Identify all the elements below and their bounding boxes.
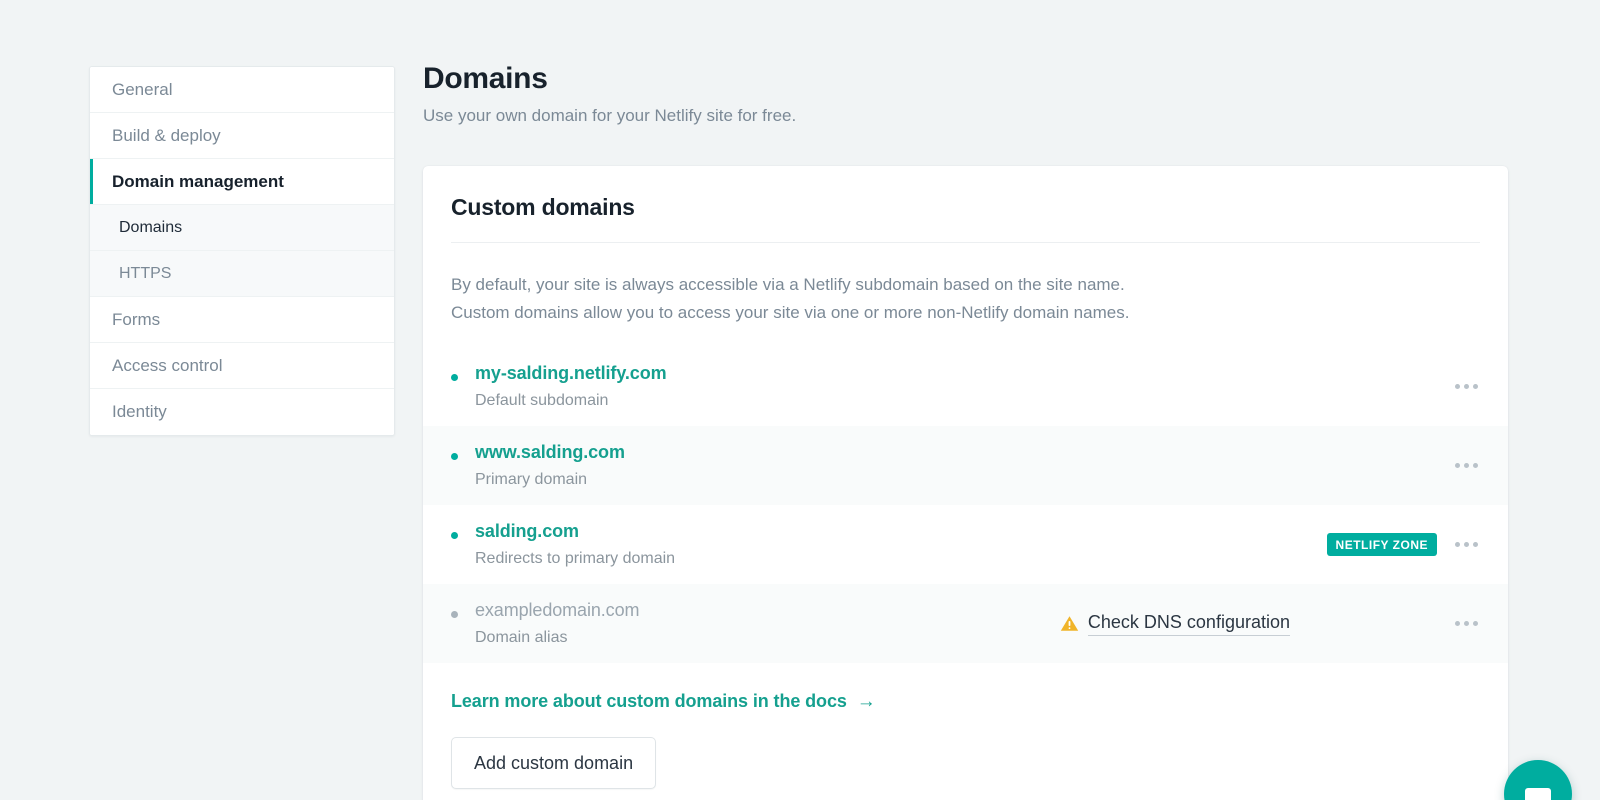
main-content: Domains Use your own domain for your Net… (423, 60, 1508, 800)
domain-list: my-salding.netlify.com Default subdomain… (423, 347, 1508, 663)
sidebar-item-label: General (112, 80, 172, 100)
sidebar-item-label: Domains (119, 219, 182, 237)
ellipsis-icon[interactable] (1453, 457, 1480, 474)
domain-role-label: Primary domain (475, 469, 1420, 491)
domain-name-link[interactable]: www.salding.com (475, 440, 1420, 464)
sidebar-item-build-and-deploy[interactable]: Build & deploy (90, 113, 394, 159)
domain-name-link[interactable]: my-salding.netlify.com (475, 361, 1420, 385)
sidebar-item-label: Domain management (112, 172, 284, 192)
card-description: By default, your site is always accessib… (423, 243, 1508, 327)
custom-domains-card: Custom domains By default, your site is … (423, 166, 1508, 800)
domain-info: www.salding.com Primary domain (475, 440, 1420, 491)
domain-name-link[interactable]: salding.com (475, 519, 1327, 543)
ellipsis-icon[interactable] (1453, 378, 1480, 395)
card-title: Custom domains (423, 166, 1508, 221)
sidebar-item-general[interactable]: General (90, 67, 394, 113)
domain-role-label: Redirects to primary domain (475, 548, 1327, 570)
row-actions (1420, 378, 1480, 395)
add-custom-domain-button[interactable]: Add custom domain (451, 737, 656, 789)
page-subtitle: Use your own domain for your Netlify sit… (423, 104, 1508, 128)
domain-role-label: Default subdomain (475, 390, 1420, 412)
ellipsis-icon[interactable] (1453, 536, 1480, 553)
row-actions: NETLIFY ZONE (1327, 533, 1480, 556)
domain-name-link[interactable]: exampledomain.com (475, 598, 1060, 622)
card-footer: Learn more about custom domains in the d… (423, 663, 1508, 800)
domain-info: my-salding.netlify.com Default subdomain (475, 361, 1420, 412)
help-chat-fab[interactable] (1504, 760, 1572, 800)
status-dot-icon (451, 374, 458, 381)
row-warning-area: Check DNS configuration (1060, 611, 1290, 636)
domain-row: my-salding.netlify.com Default subdomain (423, 347, 1508, 426)
domain-row: salding.com Redirects to primary domain … (423, 505, 1508, 584)
learn-more-docs-label: Learn more about custom domains in the d… (451, 691, 847, 712)
status-dot-icon (451, 453, 458, 460)
sidebar-item-label: HTTPS (119, 265, 171, 283)
card-description-line-1: By default, your site is always accessib… (451, 271, 1480, 299)
arrow-right-icon: → (857, 692, 876, 711)
sidebar-item-forms[interactable]: Forms (90, 297, 394, 343)
status-dot-icon (451, 611, 458, 618)
card-description-line-2: Custom domains allow you to access your … (451, 299, 1480, 327)
check-dns-configuration-label: Check DNS configuration (1088, 611, 1290, 636)
sidebar-item-label: Build & deploy (112, 126, 221, 146)
settings-page: General Build & deploy Domain management… (0, 0, 1600, 800)
sidebar-item-domains[interactable]: Domains (90, 205, 394, 251)
learn-more-docs-link[interactable]: Learn more about custom domains in the d… (451, 691, 876, 712)
settings-sidebar: General Build & deploy Domain management… (89, 66, 395, 436)
domain-row: www.salding.com Primary domain (423, 426, 1508, 505)
ellipsis-icon[interactable] (1453, 615, 1480, 632)
status-dot-icon (451, 532, 458, 539)
check-dns-configuration-link[interactable]: Check DNS configuration (1060, 611, 1290, 636)
sidebar-item-label: Forms (112, 310, 160, 330)
row-actions (1420, 457, 1480, 474)
domain-row: exampledomain.com Domain alias Check DNS… (423, 584, 1508, 663)
netlify-zone-badge: NETLIFY ZONE (1327, 533, 1437, 556)
page-title: Domains (423, 60, 1508, 98)
sidebar-item-label: Identity (112, 402, 167, 422)
row-actions (1420, 615, 1480, 632)
domain-info: exampledomain.com Domain alias (475, 598, 1060, 649)
sidebar-item-domain-management[interactable]: Domain management (90, 159, 394, 205)
sidebar-item-access-control[interactable]: Access control (90, 343, 394, 389)
domain-info: salding.com Redirects to primary domain (475, 519, 1327, 570)
warning-triangle-icon (1060, 615, 1079, 632)
sidebar-item-https[interactable]: HTTPS (90, 251, 394, 297)
sidebar-item-identity[interactable]: Identity (90, 389, 394, 435)
sidebar-item-label: Access control (112, 356, 223, 376)
domain-role-label: Domain alias (475, 627, 1060, 649)
